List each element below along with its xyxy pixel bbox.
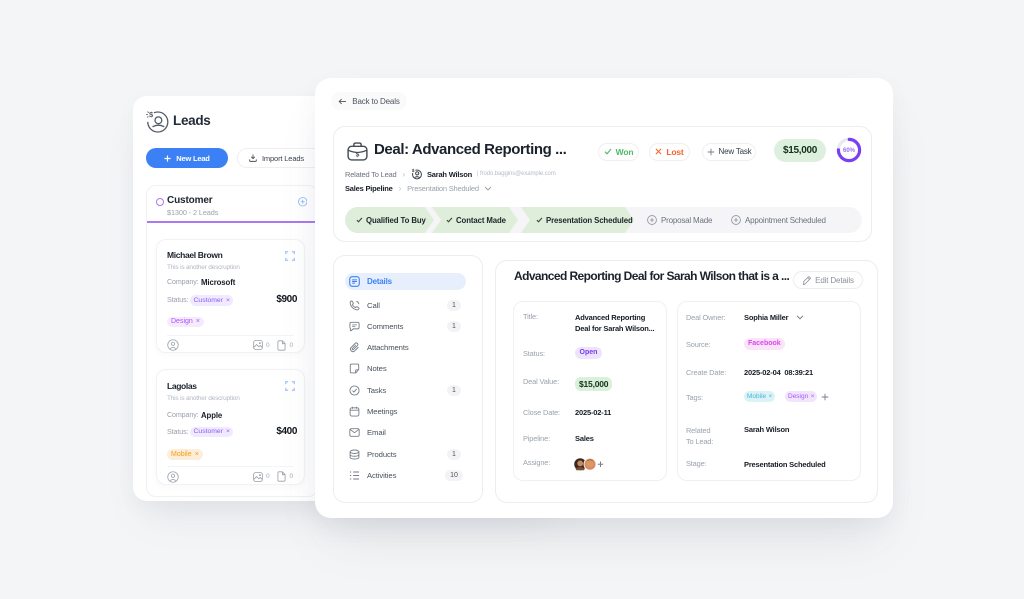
svg-text:$: $	[356, 152, 360, 159]
svg-text:$: $	[412, 168, 415, 173]
svg-text:$: $	[149, 110, 154, 119]
svg-text:60%: 60%	[843, 148, 856, 154]
